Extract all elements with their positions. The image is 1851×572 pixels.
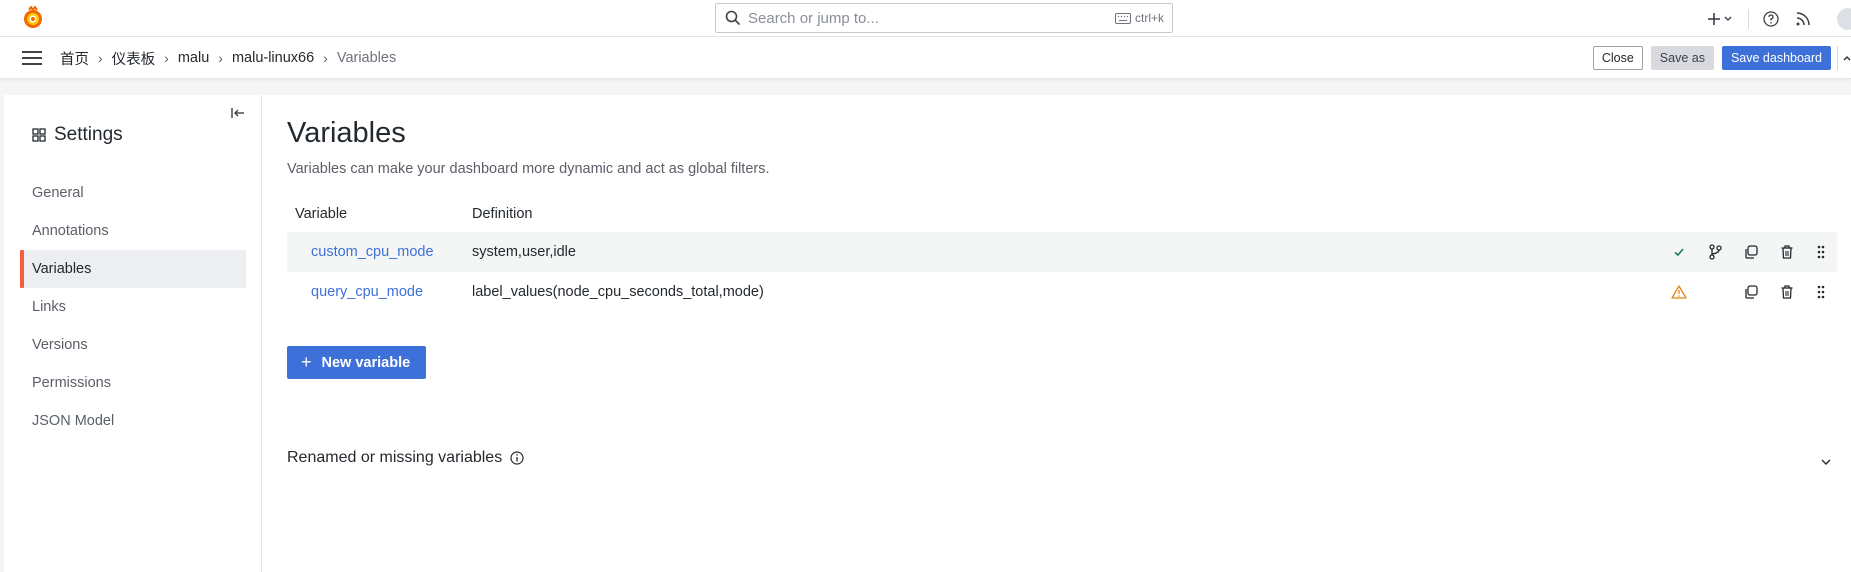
page-description: Variables can make your dashboard more d…: [287, 161, 770, 177]
sidebar-item-permissions[interactable]: Permissions: [4, 364, 246, 402]
empty-slot: [1697, 272, 1733, 312]
copy-icon: [1745, 245, 1758, 259]
settings-sidebar: Settings General Annotations Variables L…: [4, 95, 262, 572]
rss-icon: [1796, 11, 1810, 25]
drag-handle[interactable]: [1805, 272, 1837, 312]
duplicate-button[interactable]: [1733, 272, 1769, 312]
settings-title-text: Settings: [54, 124, 123, 145]
chevron-up-icon: [1843, 56, 1851, 61]
trash-icon: [1781, 245, 1793, 259]
news-button[interactable]: [1783, 4, 1823, 34]
warning-icon[interactable]: [1661, 272, 1697, 312]
top-bar: Search or jump to... ctrl+k: [0, 0, 1851, 37]
variables-table: Variable Definition custom_cpu_mode syst…: [287, 202, 1837, 312]
table-row[interactable]: custom_cpu_mode system,user,idle: [287, 232, 1837, 272]
variable-definition: label_values(node_cpu_seconds_total,mode…: [472, 284, 764, 300]
trash-icon: [1781, 285, 1793, 299]
page-title: Variables: [287, 117, 406, 149]
table-header: Variable Definition: [287, 202, 1837, 226]
keyboard-icon: [1114, 12, 1131, 24]
chevron-right-icon: ›: [218, 50, 223, 66]
plus-icon: +: [301, 352, 312, 372]
info-icon: [510, 451, 524, 465]
chevron-right-icon: ›: [164, 50, 169, 66]
copy-icon: [1745, 285, 1758, 299]
settings-title: Settings: [32, 124, 123, 146]
renamed-variables-title: Renamed or missing variables: [287, 449, 503, 466]
status-ok-icon: [1661, 232, 1697, 272]
drag-handle-icon: [1817, 285, 1825, 299]
settings-nav: General Annotations Variables Links Vers…: [4, 174, 246, 440]
sidebar-item-annotations[interactable]: Annotations: [4, 212, 246, 250]
delete-button[interactable]: [1769, 232, 1805, 272]
variable-definition: system,user,idle: [472, 244, 576, 260]
search-box[interactable]: Search or jump to... ctrl+k: [715, 3, 1173, 33]
collapse-sidebar-icon[interactable]: [230, 105, 246, 121]
breadcrumb-home[interactable]: 首页: [60, 48, 89, 69]
menu-icon[interactable]: [22, 50, 42, 66]
save-dashboard-button[interactable]: Save dashboard: [1721, 46, 1831, 70]
help-icon: [1763, 10, 1779, 27]
plus-chevron-icon: [1708, 12, 1732, 25]
top-right-controls: [1704, 0, 1851, 37]
search-placeholder: Search or jump to...: [748, 9, 879, 27]
breadcrumb-current: Variables: [336, 50, 397, 66]
drag-handle[interactable]: [1805, 232, 1837, 272]
column-header-definition: Definition: [472, 206, 533, 222]
chevron-right-icon: ›: [98, 50, 103, 66]
delete-button[interactable]: [1769, 272, 1805, 312]
divider: [1748, 8, 1749, 29]
breadcrumb: 首页 › 仪表板 › malu › malu-linux66 › Variabl…: [60, 37, 396, 79]
variables-panel: Variables Variables can make your dashbo…: [262, 95, 1851, 572]
collapse-toolbar-button[interactable]: [1837, 46, 1851, 70]
shortcut-text: ctrl+k: [1134, 11, 1164, 25]
table-row[interactable]: query_cpu_mode label_values(node_cpu_sec…: [287, 272, 1837, 312]
sidebar-item-links[interactable]: Links: [4, 288, 246, 326]
dashboard-toolbar: 首页 › 仪表板 › malu › malu-linux66 › Variabl…: [0, 37, 1851, 79]
grid-icon: [32, 128, 46, 142]
save-as-button[interactable]: Save as: [1650, 46, 1714, 70]
git-branch-icon: [1709, 244, 1722, 260]
sidebar-item-general[interactable]: General: [4, 174, 246, 212]
toolbar-actions: Close Save as Save dashboard: [1592, 37, 1851, 79]
close-button[interactable]: Close: [1592, 46, 1643, 70]
breadcrumb-dashboards[interactable]: 仪表板: [112, 48, 156, 69]
variable-name-link[interactable]: custom_cpu_mode: [287, 244, 472, 260]
sidebar-item-versions[interactable]: Versions: [4, 326, 246, 364]
new-variable-button[interactable]: + New variable: [287, 346, 427, 379]
help-button[interactable]: [1759, 4, 1783, 34]
sidebar-item-json-model[interactable]: JSON Model: [4, 402, 246, 440]
search-shortcut: ctrl+k: [1114, 11, 1164, 25]
row-actions: [1661, 272, 1837, 312]
drag-handle-icon: [1817, 245, 1825, 259]
row-actions: [1661, 232, 1837, 272]
chevron-right-icon: ›: [323, 50, 328, 66]
sidebar-item-variables[interactable]: Variables: [20, 250, 246, 288]
grafana-logo-icon[interactable]: [21, 5, 45, 30]
variable-name-link[interactable]: query_cpu_mode: [287, 284, 472, 300]
column-header-variable: Variable: [295, 206, 348, 222]
duplicate-button[interactable]: [1733, 232, 1769, 272]
add-new-button[interactable]: [1704, 4, 1738, 34]
dependencies-button[interactable]: [1697, 232, 1733, 272]
new-variable-label: New variable: [321, 354, 411, 371]
renamed-variables-section[interactable]: Renamed or missing variables: [287, 449, 524, 467]
user-avatar[interactable]: [1837, 7, 1851, 30]
chevron-down-icon[interactable]: [1819, 455, 1833, 469]
breadcrumb-folder[interactable]: malu: [178, 50, 209, 66]
breadcrumb-dashboard[interactable]: malu-linux66: [232, 50, 314, 66]
search-icon: [725, 10, 741, 26]
